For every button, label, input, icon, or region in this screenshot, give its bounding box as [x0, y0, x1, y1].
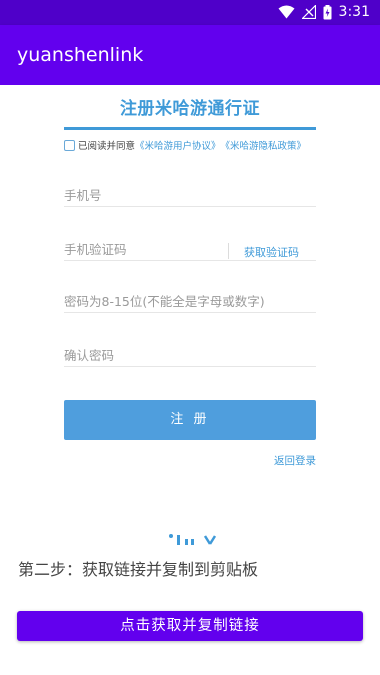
step-instruction: 第二步：获取链接并复制到剪贴板 [18, 560, 259, 579]
password-placeholder: 密码为8-15位(不能全是字母或数字) [64, 294, 265, 309]
status-icons: 3:31 [278, 4, 370, 20]
confirm-password-field[interactable]: 确认密码 [64, 331, 316, 367]
status-time: 3:31 [338, 4, 370, 20]
title-underline [64, 127, 316, 130]
privacy-policy-link[interactable]: 《米哈游隐私政策》 [221, 138, 307, 152]
register-webview: 注册米哈游通行证 已阅读并同意 《米哈游用户协议》 《米哈游隐私政策》 手机号 … [0, 85, 380, 545]
app-bar: yuanshenlink [0, 25, 380, 85]
password-field[interactable]: 密码为8-15位(不能全是字母或数字) [64, 277, 316, 313]
register-button[interactable]: 注 册 [64, 400, 316, 440]
get-code-button[interactable]: 获取验证码 [244, 244, 299, 260]
app-title: yuanshenlink [17, 44, 144, 66]
register-title: 注册米哈游通行证 [120, 99, 260, 119]
battery-icon [323, 4, 332, 19]
field-divider [228, 243, 229, 259]
code-placeholder: 手机验证码 [64, 242, 127, 257]
copy-link-button[interactable]: 点击获取并复制链接 [17, 611, 363, 641]
agree-checkbox[interactable] [64, 139, 75, 151]
user-agreement-link[interactable]: 《米哈游用户协议》 [135, 138, 221, 152]
loading-indicator-icon [169, 534, 217, 545]
signal-icon [301, 5, 316, 19]
back-to-login-link[interactable]: 返回登录 [274, 453, 316, 468]
status-bar: 3:31 [0, 0, 380, 25]
verification-code-field[interactable]: 手机验证码 获取验证码 [64, 225, 316, 261]
phone-field[interactable]: 手机号 [64, 171, 316, 207]
agreement-row: 已阅读并同意 《米哈游用户协议》 《米哈游隐私政策》 [64, 138, 306, 152]
wifi-icon [278, 5, 295, 19]
agree-text: 已阅读并同意 [78, 141, 136, 152]
confirm-placeholder: 确认密码 [64, 348, 115, 363]
phone-placeholder: 手机号 [64, 188, 102, 203]
